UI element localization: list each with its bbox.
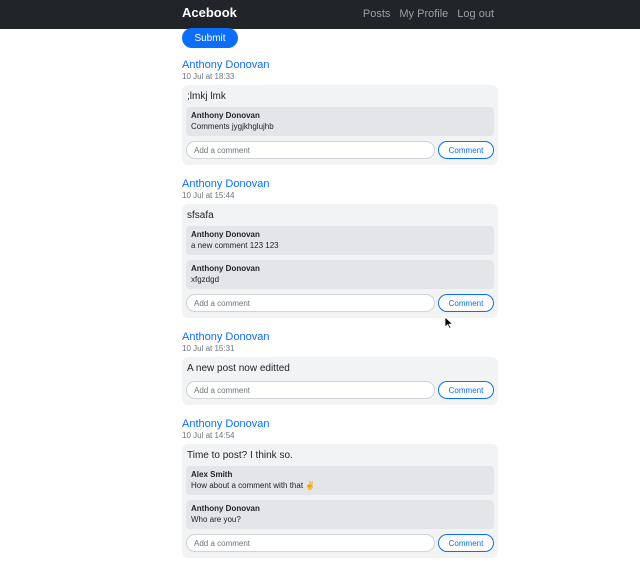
add-comment-input[interactable] xyxy=(186,141,435,159)
submit-post-button[interactable]: Submit xyxy=(182,28,238,48)
comment: Anthony Donovan xfgzdgd xyxy=(186,260,494,289)
post-card: Time to post? I think so. Alex Smith How a… xyxy=(182,444,498,558)
post-timestamp: 10 Jul at 15:31 xyxy=(182,344,235,353)
post: Anthony Donovan 10 Jul at 14:54 Time to po… xyxy=(182,417,498,558)
comment: Anthony Donovan a new comment 123 123 xyxy=(186,226,494,255)
add-comment-input[interactable] xyxy=(186,534,435,552)
comment-text: How about a comment with that ✌️ xyxy=(191,481,316,490)
post-body: Time to post? I think so. xyxy=(187,450,293,461)
comment: Alex Smith How about a comment with that … xyxy=(186,466,494,495)
add-comment-row: Comment xyxy=(186,534,494,552)
post-body: A new post now editted xyxy=(187,363,290,374)
post-timestamp: 10 Jul at 14:54 xyxy=(182,431,235,440)
post: Anthony Donovan 10 Jul at 15:31 A new post… xyxy=(182,330,498,405)
add-comment-row: Comment xyxy=(186,294,494,312)
comment-author: Alex Smith xyxy=(191,470,233,479)
add-comment-row: Comment xyxy=(186,141,494,159)
post-body: sfsafa xyxy=(187,210,214,221)
comment-button[interactable]: Comment xyxy=(438,381,494,399)
add-comment-row: Comment xyxy=(186,381,494,399)
post-author-link[interactable]: Anthony Donovan xyxy=(182,417,498,431)
mouse-cursor-icon xyxy=(444,317,454,329)
nav-links: Posts My Profile Log out xyxy=(363,8,494,20)
comment-text: Comments jygjkhglujhb xyxy=(191,122,274,131)
post-body: ;lmkj lmk xyxy=(187,91,226,102)
post-feed: Anthony Donovan 10 Jul at 18:33 ;lmkj lmk A… xyxy=(182,58,498,570)
nav-link-log-out[interactable]: Log out xyxy=(457,8,494,20)
comment: Anthony Donovan Comments jygjkhglujhb xyxy=(186,107,494,136)
navbar: Acebook Posts My Profile Log out xyxy=(0,0,640,29)
nav-link-my-profile[interactable]: My Profile xyxy=(399,8,448,20)
comment-author: Anthony Donovan xyxy=(191,504,260,513)
nav-link-posts[interactable]: Posts xyxy=(363,8,391,20)
post-timestamp: 10 Jul at 18:33 xyxy=(182,72,235,81)
comment-text: xfgzdgd xyxy=(191,275,220,284)
post-author-link[interactable]: Anthony Donovan xyxy=(182,330,498,344)
brand-logo[interactable]: Acebook xyxy=(182,5,237,20)
comment-text: a new comment 123 123 xyxy=(191,241,279,250)
comment-author: Anthony Donovan xyxy=(191,230,260,239)
comment-author: Anthony Donovan xyxy=(191,111,260,120)
post-card: sfsafa Anthony Donovan a new comment 123 1… xyxy=(182,204,498,318)
add-comment-input[interactable] xyxy=(186,381,435,399)
comment: Anthony Donovan Who are you? xyxy=(186,500,494,529)
post-author-link[interactable]: Anthony Donovan xyxy=(182,177,498,191)
comment-button[interactable]: Comment xyxy=(438,294,494,312)
post-card: A new post now editted Comment xyxy=(182,357,498,405)
comment-button[interactable]: Comment xyxy=(438,141,494,159)
comment-button[interactable]: Comment xyxy=(438,534,494,552)
post-timestamp: 10 Jul at 15:44 xyxy=(182,191,235,200)
post: Anthony Donovan 10 Jul at 15:44 sfsafa Anth… xyxy=(182,177,498,318)
post-author-link[interactable]: Anthony Donovan xyxy=(182,58,498,72)
comment-author: Anthony Donovan xyxy=(191,264,260,273)
add-comment-input[interactable] xyxy=(186,294,435,312)
post-card: ;lmkj lmk Anthony Donovan Comments jygjkhg… xyxy=(182,85,498,165)
post: Anthony Donovan 10 Jul at 18:33 ;lmkj lmk A… xyxy=(182,58,498,165)
comment-text: Who are you? xyxy=(191,515,241,524)
